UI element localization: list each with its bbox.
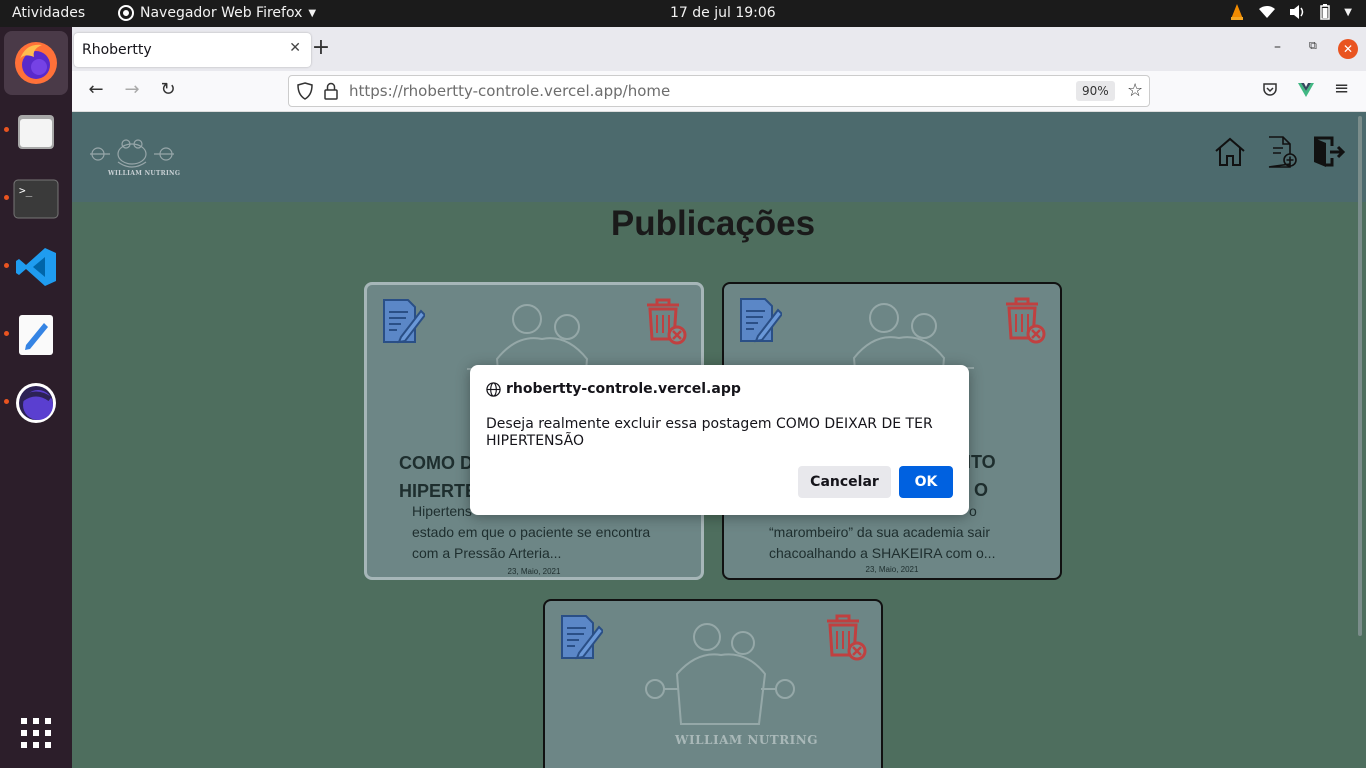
app-menu[interactable]: Navegador Web Firefox ▼ xyxy=(118,5,316,21)
add-post-icon[interactable] xyxy=(1263,134,1299,170)
hamburger-menu-icon[interactable]: ≡ xyxy=(1334,78,1349,99)
firefox-small-icon xyxy=(118,5,134,21)
vscode-icon xyxy=(16,248,56,286)
edit-icon[interactable] xyxy=(381,297,425,345)
delete-icon[interactable] xyxy=(1002,296,1046,344)
excerpt-line: estado em que o paciente se encontra xyxy=(412,524,651,540)
zoom-indicator[interactable]: 90% xyxy=(1076,81,1115,101)
post-date: 23, Maio, 2021 xyxy=(507,567,561,576)
app-grid-icon xyxy=(21,718,51,748)
svg-text:>_: >_ xyxy=(19,184,33,197)
page-title: Publicações xyxy=(610,204,816,243)
vlc-icon[interactable] xyxy=(1230,4,1244,20)
post-date: 23, Maio, 2021 xyxy=(865,565,919,574)
new-tab-button[interactable]: + xyxy=(308,35,334,60)
cancel-button[interactable]: Cancelar xyxy=(798,466,891,498)
post-title: NTO O xyxy=(958,448,1038,504)
confirm-dialog: rhobertty-controle.vercel.app Deseja rea… xyxy=(470,365,969,515)
delete-icon[interactable] xyxy=(643,297,687,345)
vue-devtools-icon[interactable] xyxy=(1298,83,1314,97)
url-path: /home xyxy=(622,82,671,100)
terminal-icon: >_ xyxy=(13,179,59,219)
text-editor-icon xyxy=(19,315,53,355)
wifi-icon[interactable] xyxy=(1258,5,1276,19)
excerpt-line: chacoalhando a SHAKEIRA com o... xyxy=(769,545,996,561)
minimize-button[interactable]: – xyxy=(1274,39,1281,55)
battery-icon[interactable] xyxy=(1320,4,1331,20)
bookmark-star-icon[interactable]: ☆ xyxy=(1127,80,1143,101)
dialog-message: Deseja realmente excluir essa postagem C… xyxy=(486,416,933,449)
app-menu-label: Navegador Web Firefox xyxy=(140,5,303,21)
files-icon xyxy=(18,115,54,149)
url-host: https://rhobertty-controle.vercel.app xyxy=(349,82,623,100)
pocket-icon[interactable] xyxy=(1262,82,1278,98)
text-editor-dock-item[interactable] xyxy=(4,303,68,367)
terminal-dock-item[interactable]: >_ xyxy=(4,167,68,231)
logo-text: WILLIAM NUTRING xyxy=(108,170,181,177)
logout-icon[interactable] xyxy=(1310,134,1346,170)
volume-icon[interactable] xyxy=(1290,5,1306,19)
vscode-dock-item[interactable] xyxy=(4,235,68,299)
delete-icon[interactable] xyxy=(823,613,867,661)
clock[interactable]: 17 de jul 19:06 xyxy=(670,5,776,21)
dialog-origin-text: rhobertty-controle.vercel.app xyxy=(506,381,741,397)
post-card[interactable]: WILLIAM NUTRING xyxy=(543,599,883,768)
chevron-down-icon: ▼ xyxy=(308,7,317,19)
tab-title: Rhobertty xyxy=(82,42,152,58)
show-applications-button[interactable] xyxy=(4,701,68,765)
system-tray[interactable]: ▼ xyxy=(1230,4,1352,20)
files-dock-item[interactable] xyxy=(4,99,68,163)
eclipse-icon xyxy=(16,383,56,423)
excerpt-line: com a Pressão Arteria... xyxy=(412,545,562,561)
title-line: O xyxy=(974,480,989,500)
back-button[interactable]: ← xyxy=(84,79,108,100)
edit-icon[interactable] xyxy=(738,296,782,344)
firefox-dock-item[interactable] xyxy=(4,31,68,95)
forward-button[interactable]: → xyxy=(120,79,144,100)
activities-button[interactable]: Atividades xyxy=(12,5,85,21)
bodybuilder-illustration-icon xyxy=(645,623,795,725)
excerpt-line: “marombeiro” da sua academia sair xyxy=(769,524,990,540)
firefox-icon xyxy=(15,42,57,84)
globe-icon xyxy=(486,381,501,397)
address-bar[interactable]: https://rhobertty-controle.vercel.app/ho… xyxy=(288,75,1150,107)
page-scrollbar[interactable] xyxy=(1358,116,1362,636)
system-menu-chevron-icon[interactable]: ▼ xyxy=(1344,7,1352,18)
tab-bar: Rhobertty ✕ + – ⧉ ✕ xyxy=(72,27,1366,71)
reload-button[interactable]: ↻ xyxy=(156,79,180,100)
tab-close-icon[interactable]: ✕ xyxy=(289,40,301,56)
lock-icon[interactable] xyxy=(324,82,338,100)
url-text: https://rhobertty-controle.vercel.app/ho… xyxy=(349,82,670,100)
tab-rhobertty[interactable]: Rhobertty ✕ xyxy=(74,33,311,67)
window-close-button[interactable]: ✕ xyxy=(1338,39,1358,59)
ok-button[interactable]: OK xyxy=(899,466,953,498)
site-header: WILLIAM NUTRING xyxy=(72,112,1366,202)
system-top-bar: Atividades Navegador Web Firefox ▼ 17 de… xyxy=(0,0,1366,27)
watermark-text: WILLIAM NUTRING xyxy=(675,733,819,747)
home-icon[interactable] xyxy=(1212,134,1248,170)
navigation-toolbar: ← → ↻ https://rhobertty-controle.vercel.… xyxy=(72,71,1366,112)
eclipse-dock-item[interactable] xyxy=(4,371,68,435)
dialog-origin: rhobertty-controle.vercel.app xyxy=(486,381,741,397)
maximize-button[interactable]: ⧉ xyxy=(1309,39,1317,53)
dock: >_ xyxy=(0,27,72,768)
tracking-protection-icon[interactable] xyxy=(297,82,313,100)
title-line: NTO xyxy=(958,452,996,472)
edit-icon[interactable] xyxy=(559,613,603,661)
